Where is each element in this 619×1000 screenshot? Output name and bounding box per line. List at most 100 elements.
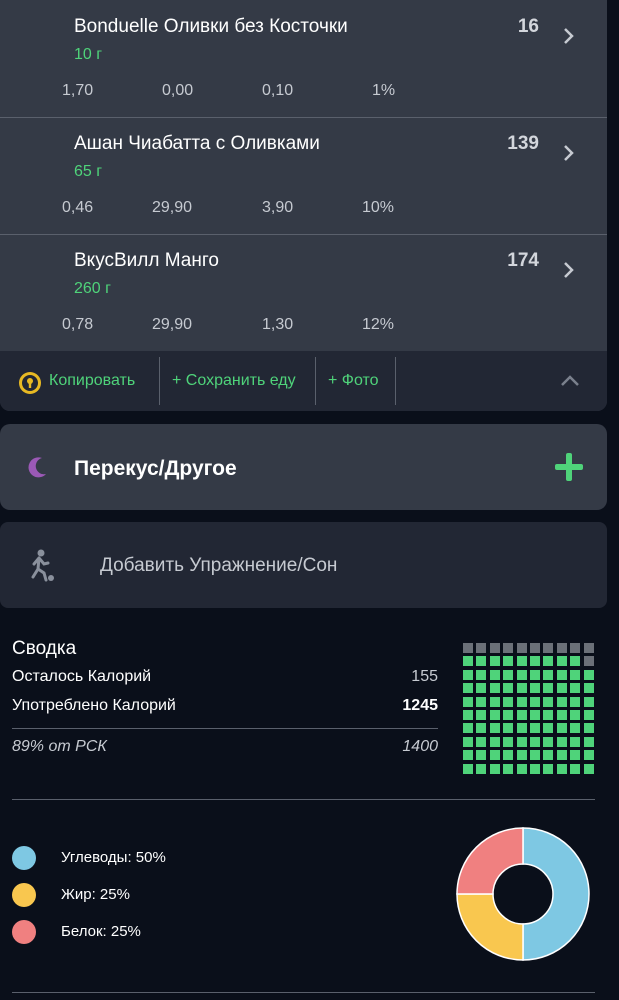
waffle-cell (516, 763, 527, 774)
waffle-cell (570, 696, 581, 707)
waffle-cell (570, 736, 581, 747)
waffle-cell (583, 643, 594, 653)
chevron-right-icon[interactable] (561, 141, 577, 165)
waffle-cell (543, 736, 554, 747)
waffle-cell (516, 643, 527, 653)
waffle-cell (463, 683, 473, 694)
waffle-cell (463, 750, 473, 761)
plus-icon[interactable] (553, 451, 585, 483)
waffle-cell (583, 723, 594, 734)
meal-section-title: Перекус/Другое (74, 457, 237, 480)
divider (12, 992, 595, 993)
waffle-cell (530, 723, 540, 734)
waffle-cell (556, 696, 567, 707)
waffle-cell (583, 669, 594, 680)
add-photo-button[interactable]: + Фото (328, 372, 379, 390)
remaining-calories-value: 155 (411, 668, 438, 685)
waffle-cell (543, 669, 554, 680)
chevron-right-icon[interactable] (561, 258, 577, 282)
waffle-cell (530, 643, 540, 653)
carbs-legend-label: Углеводы: 50% (61, 849, 166, 866)
copy-button[interactable]: Копировать (49, 372, 135, 390)
carbs-legend-dot (12, 846, 36, 870)
waffle-cell (530, 683, 540, 694)
waffle-cell (530, 750, 540, 761)
waffle-cell (570, 750, 581, 761)
chevron-up-icon[interactable] (560, 373, 580, 387)
gold-coin-icon[interactable] (18, 371, 42, 395)
remaining-calories-label: Осталось Калорий (12, 668, 152, 685)
meal-food-list: Bonduelle Оливки без Косточки 10 г 16 1,… (0, 0, 607, 411)
divider (12, 728, 438, 729)
waffle-cell (476, 710, 487, 720)
carbs-slice (522, 827, 590, 961)
food-quantity: 260 г (74, 280, 111, 297)
waffle-cell (583, 763, 594, 774)
protein-legend-dot (12, 920, 36, 944)
waffle-cell (556, 723, 567, 734)
waffle-cell (503, 696, 514, 707)
waffle-cell (530, 656, 540, 667)
waffle-cell (583, 656, 594, 667)
waffle-cell (530, 763, 540, 774)
save-meal-button[interactable]: + Сохранить еду (172, 372, 296, 390)
waffle-cell (570, 643, 581, 653)
waffle-cell (570, 763, 581, 774)
food-item[interactable]: ВкусВилл Манго 260 г 174 0,78 29,90 1,30… (0, 234, 607, 350)
waffle-cell (476, 643, 487, 653)
waffle-cell (463, 710, 473, 720)
meal-section-snack[interactable]: Перекус/Другое (0, 424, 607, 510)
food-fat: 29,90 (152, 316, 193, 333)
protein-slice (456, 827, 524, 895)
food-name: ВкусВилл Манго (74, 250, 219, 271)
waffle-cell (503, 710, 514, 720)
waffle-cell (583, 696, 594, 707)
waffle-cell (556, 656, 567, 667)
waffle-cell (489, 710, 500, 720)
food-protein: 1,30 (262, 316, 294, 333)
waffle-cell (556, 750, 567, 761)
waffle-cell (503, 723, 514, 734)
meal-toolbar: Копировать + Сохранить еду + Фото (0, 351, 607, 411)
food-fat: 29,90 (152, 199, 193, 216)
food-item[interactable]: Bonduelle Оливки без Косточки 10 г 16 1,… (0, 0, 607, 116)
waffle-cell (543, 696, 554, 707)
food-carbs: 1,70 (62, 82, 94, 99)
food-protein: 3,90 (262, 199, 294, 216)
waffle-cell (503, 736, 514, 747)
waffle-cell (489, 723, 500, 734)
waffle-cell (530, 710, 540, 720)
food-percent: 1% (372, 82, 396, 99)
waffle-cell (463, 669, 473, 680)
waffle-cell (489, 763, 500, 774)
waffle-cell (516, 669, 527, 680)
waffle-cell (516, 656, 527, 667)
food-item[interactable]: Ашан Чиабатта с Оливками 65 г 139 0,46 2… (0, 117, 607, 233)
waffle-cell (516, 696, 527, 707)
waffle-cell (556, 643, 567, 653)
add-exercise-button[interactable]: Добавить Упражнение/Сон (0, 522, 607, 608)
macros-donut-chart (456, 827, 590, 961)
waffle-cell (543, 710, 554, 720)
food-percent: 10% (362, 199, 395, 216)
fat-slice (456, 893, 524, 961)
running-person-icon (31, 549, 54, 582)
moon-icon (28, 457, 46, 478)
waffle-cell (570, 669, 581, 680)
divider (395, 357, 396, 405)
waffle-cell (476, 656, 487, 667)
waffle-cell (476, 669, 487, 680)
food-fat: 0,00 (162, 82, 194, 99)
waffle-cell (543, 643, 554, 653)
waffle-cell (570, 656, 581, 667)
waffle-cell (489, 669, 500, 680)
food-quantity: 65 г (74, 163, 103, 180)
percent-of-target: 89% от РСК (12, 738, 107, 755)
waffle-cell (516, 683, 527, 694)
food-calories: 174 (507, 250, 539, 271)
waffle-cell (543, 750, 554, 761)
food-protein: 0,10 (262, 82, 294, 99)
waffle-cell (463, 736, 473, 747)
chevron-right-icon[interactable] (561, 24, 577, 48)
waffle-cell (489, 696, 500, 707)
